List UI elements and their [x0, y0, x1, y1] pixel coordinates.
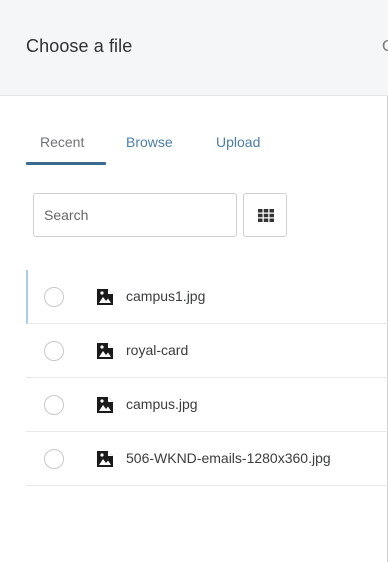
- grid-view-icon: [258, 209, 274, 222]
- image-file-icon: [97, 289, 113, 305]
- header-truncated-text: C: [382, 38, 388, 55]
- file-name: campus.jpg: [126, 396, 198, 412]
- tab-upload[interactable]: Upload: [216, 132, 260, 166]
- image-file-icon: [97, 343, 113, 359]
- image-file-icon: [97, 451, 113, 467]
- file-row[interactable]: campus1.jpg: [26, 270, 388, 324]
- tab-browse-label: Browse: [126, 134, 173, 150]
- tab-upload-label: Upload: [216, 134, 261, 150]
- select-radio[interactable]: [44, 449, 64, 469]
- file-list: campus1.jpg royal-card campus.jpg 506-WK…: [26, 270, 388, 486]
- file-row[interactable]: campus.jpg: [26, 378, 388, 432]
- file-row[interactable]: royal-card: [26, 324, 388, 378]
- select-radio[interactable]: [44, 287, 64, 307]
- dialog-title: Choose a file: [26, 36, 133, 56]
- file-row[interactable]: 506-WKND-emails-1280x360.jpg: [26, 432, 388, 486]
- tab-browse[interactable]: Browse: [126, 132, 173, 166]
- tab-recent[interactable]: Recent: [26, 132, 106, 166]
- search-input[interactable]: [33, 193, 237, 237]
- tab-recent-label: Recent: [40, 134, 85, 150]
- file-chooser-dialog: Choose a file C Recent Browse Upload Sea…: [0, 0, 388, 562]
- select-radio[interactable]: [44, 341, 64, 361]
- grid-view-button[interactable]: [243, 193, 287, 237]
- select-radio[interactable]: [44, 395, 64, 415]
- image-file-icon: [97, 397, 113, 413]
- file-name: royal-card: [126, 342, 189, 358]
- file-name: campus1.jpg: [126, 288, 206, 304]
- active-tab-indicator: [26, 162, 106, 165]
- file-name: 506-WKND-emails-1280x360.jpg: [126, 450, 331, 466]
- dialog-header: Choose a file C: [0, 0, 388, 96]
- tab-bar: Recent Browse Upload: [26, 132, 366, 166]
